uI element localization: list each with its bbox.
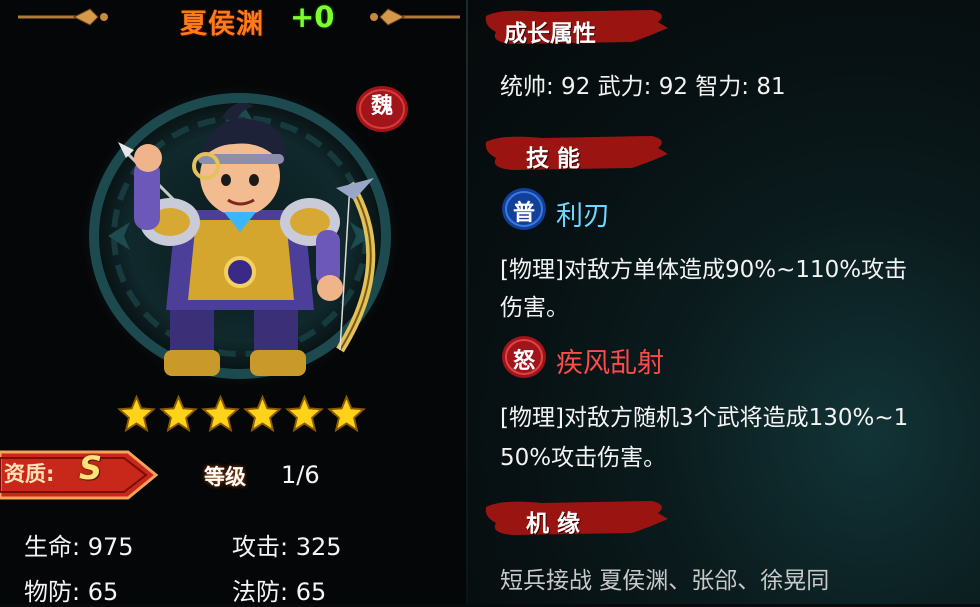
bond-text: 短兵接战 夏侯渊、张郃、徐晃同 bbox=[500, 568, 830, 594]
skill-desc-1-line2: 伤害。 bbox=[500, 295, 569, 321]
hero-character-image bbox=[118, 102, 376, 376]
hero-plus-level: +0 bbox=[290, 0, 335, 34]
skill-desc-2-line1: [物理]对敌方随机3个武将造成130%~1 bbox=[500, 405, 909, 431]
stat-phys-def: 物防: 65 bbox=[24, 578, 119, 606]
faction-label: 魏 bbox=[370, 94, 393, 119]
star-icon bbox=[285, 395, 324, 433]
right-ornament-icon bbox=[370, 8, 460, 26]
stat-magic-def: 法防: 65 bbox=[232, 578, 327, 606]
quality-label: 资质: bbox=[4, 462, 55, 486]
skill-desc-1-line1: [物理]对敌方单体造成90%~110%攻击 bbox=[500, 257, 908, 283]
skill-name-1: 利刃 bbox=[556, 201, 610, 232]
star-rating bbox=[117, 395, 366, 433]
star-icon bbox=[327, 395, 366, 433]
normal-skill-badge-label: 普 bbox=[512, 201, 535, 226]
skill-name-2: 疾风乱射 bbox=[556, 348, 664, 379]
panel-divider bbox=[466, 0, 468, 604]
hero-name: 夏侯渊 bbox=[180, 9, 264, 40]
star-icon bbox=[201, 395, 240, 433]
growth-values: 统帅: 92 武力: 92 智力: 81 bbox=[500, 74, 786, 100]
stat-hp: 生命: 975 bbox=[24, 533, 134, 561]
rage-skill-badge-label: 怒 bbox=[512, 349, 535, 374]
bond-title: 机 缘 bbox=[526, 511, 581, 537]
skills-title: 技 能 bbox=[526, 146, 581, 172]
level-label: 等级 bbox=[204, 465, 246, 489]
star-icon bbox=[159, 395, 198, 433]
stat-attack: 攻击: 325 bbox=[232, 533, 342, 561]
level-value: 1/6 bbox=[281, 461, 320, 489]
left-ornament-icon bbox=[18, 8, 108, 26]
skill-desc-2-line2: 50%攻击伤害。 bbox=[500, 445, 667, 471]
growth-title: 成长属性 bbox=[504, 21, 596, 47]
quality-value: S bbox=[79, 449, 103, 487]
star-icon bbox=[243, 395, 282, 433]
star-icon bbox=[117, 395, 156, 433]
